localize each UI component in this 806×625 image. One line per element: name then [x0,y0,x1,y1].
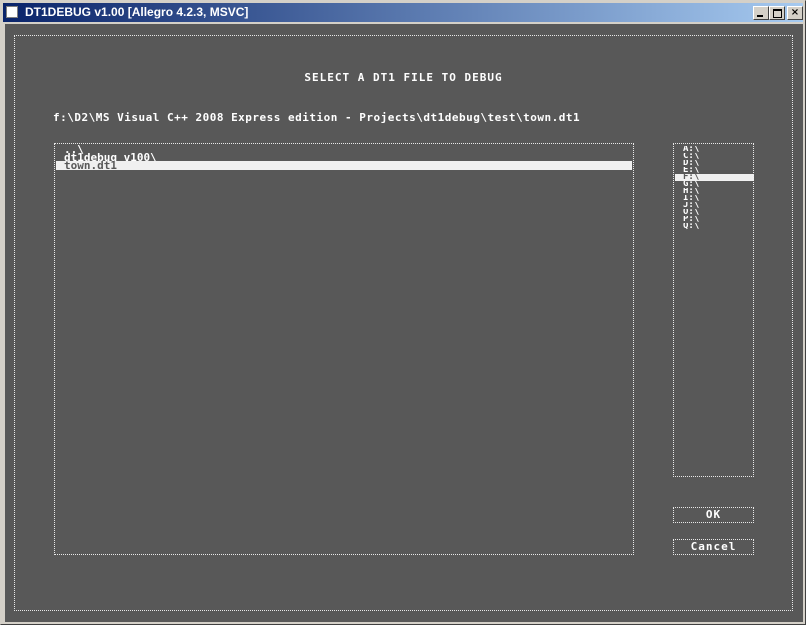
file-list[interactable]: ..\ dt1debug_v100\ town.dt1 [54,143,634,555]
maximize-button[interactable] [769,6,785,20]
drive-item[interactable]: E:\ [675,167,752,174]
drive-item[interactable]: D:\ [675,160,752,167]
ok-button[interactable]: OK [673,507,754,523]
cancel-button[interactable]: Cancel [673,539,754,555]
drive-item-selected[interactable]: F:\ [675,174,754,181]
maximize-icon [773,9,782,18]
close-button[interactable]: × [787,6,803,20]
drive-item[interactable]: O:\ [675,209,752,216]
drive-item[interactable]: Q:\ [675,223,752,230]
drive-item[interactable]: G:\ [675,181,752,188]
list-item-file-selected[interactable]: town.dt1 [56,160,632,171]
drive-item[interactable]: A:\ [675,146,752,153]
file-select-dialog: SELECT A DT1 FILE TO DEBUG f:\D2\MS Visu… [14,35,793,611]
drive-item[interactable]: C:\ [675,153,752,160]
dialog-title: SELECT A DT1 FILE TO DEBUG [304,71,503,84]
client-area: SELECT A DT1 FILE TO DEBUG f:\D2\MS Visu… [5,24,803,622]
drive-item[interactable]: J:\ [675,202,752,209]
minimize-icon [757,15,763,17]
drive-item[interactable]: H:\ [675,188,752,195]
minimize-button[interactable] [753,6,769,20]
app-icon [6,6,18,18]
close-icon: × [790,7,800,18]
drive-list[interactable]: A:\ C:\ D:\ E:\ F:\ G:\ H:\ I:\ J:\ O:\ … [673,143,754,477]
app-window: DT1DEBUG v1.00 [Allegro 4.2.3, MSVC] × S… [0,0,806,625]
window-title: DT1DEBUG v1.00 [Allegro 4.2.3, MSVC] [25,5,249,19]
drive-item[interactable]: P:\ [675,216,752,223]
drive-item[interactable]: I:\ [675,195,752,202]
title-bar[interactable]: DT1DEBUG v1.00 [Allegro 4.2.3, MSVC] × [3,3,803,22]
current-path: f:\D2\MS Visual C++ 2008 Express edition… [53,111,581,124]
